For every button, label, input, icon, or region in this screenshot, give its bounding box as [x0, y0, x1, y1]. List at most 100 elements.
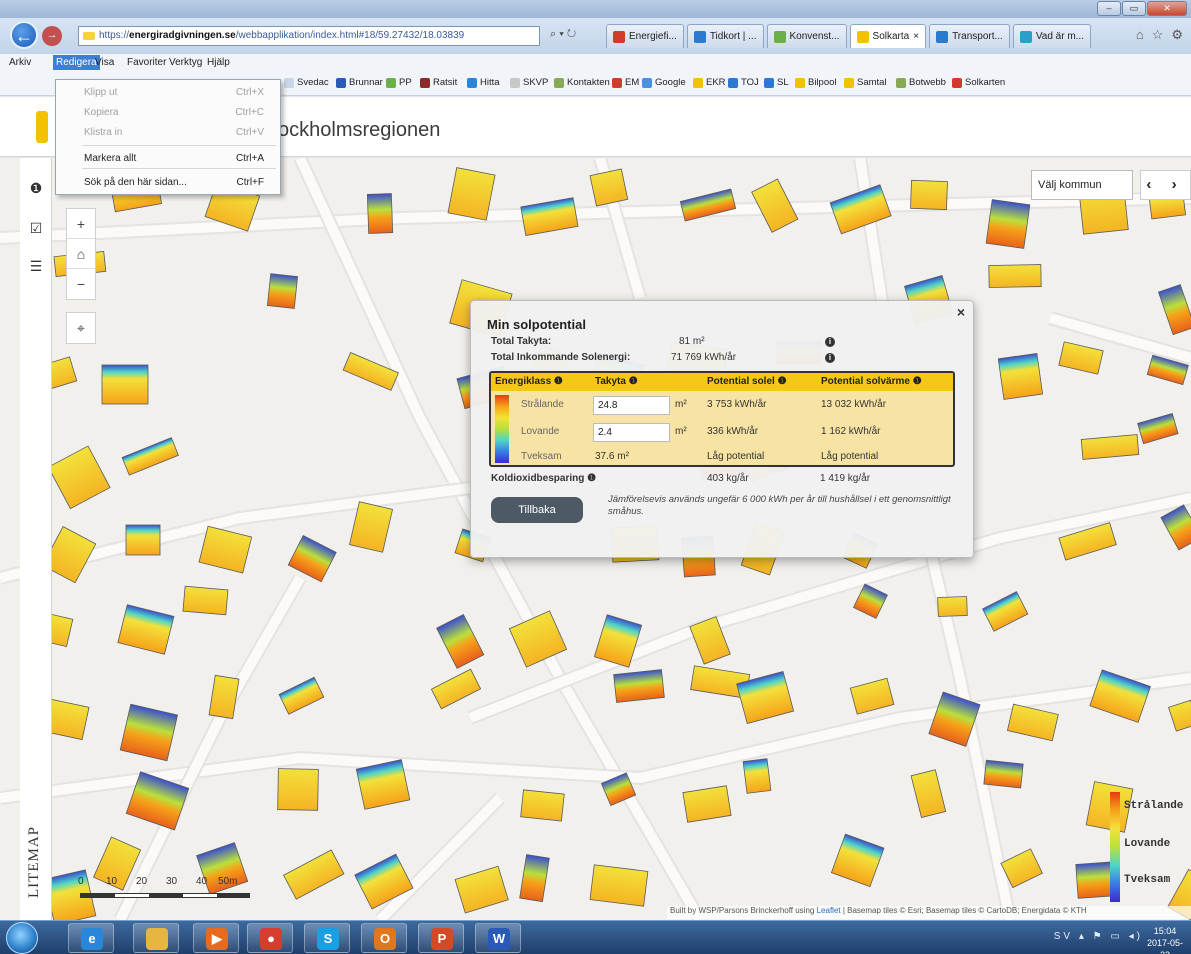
building-roof[interactable]: [1137, 412, 1179, 445]
info-icon[interactable]: ❶: [587, 473, 596, 484]
building-roof[interactable]: [1080, 434, 1140, 460]
building-roof[interactable]: [1157, 284, 1191, 336]
start-button[interactable]: [6, 922, 38, 954]
taskbar-app-outlook[interactable]: O: [361, 923, 407, 953]
building-roof[interactable]: [454, 865, 509, 914]
browser-tab[interactable]: Solkarta ×: [849, 24, 927, 48]
home-view-button[interactable]: ⌂: [67, 239, 95, 269]
favorite-link[interactable]: TOJ: [728, 77, 759, 88]
taskbar-app-chrome[interactable]: ●: [247, 923, 293, 953]
building-roof[interactable]: [682, 785, 732, 823]
building-roof[interactable]: [589, 168, 629, 207]
favorite-link[interactable]: Hitta: [467, 77, 500, 88]
building-roof[interactable]: [47, 445, 111, 510]
building-roof[interactable]: [830, 833, 885, 888]
favorite-link[interactable]: Google: [642, 77, 686, 88]
menu-5[interactable]: Hjälp: [204, 55, 233, 70]
takyta-input-lovande[interactable]: 2.4: [593, 423, 670, 442]
browser-tab[interactable]: Vad är m...: [1012, 24, 1091, 48]
browser-forward-icon[interactable]: →: [42, 26, 62, 46]
building-roof[interactable]: [829, 184, 892, 235]
favorite-link[interactable]: EKR: [693, 77, 726, 88]
tillbaka-button[interactable]: Tillbaka: [491, 497, 583, 523]
favorite-link[interactable]: SL: [764, 77, 789, 88]
clock[interactable]: 15:04 2017-05-22: [1145, 925, 1185, 954]
building-roof[interactable]: [997, 352, 1044, 400]
building-roof[interactable]: [983, 759, 1024, 789]
browser-tab[interactable]: Tidkort | ...: [686, 24, 764, 48]
building-roof[interactable]: [849, 677, 895, 715]
taskbar-app-explorer[interactable]: [133, 923, 179, 953]
building-roof[interactable]: [278, 676, 325, 715]
zoom-out-button[interactable]: −: [67, 269, 95, 299]
favorite-link[interactable]: Ratsit: [420, 77, 457, 88]
kommun-select[interactable]: Välj kommun: [1031, 170, 1133, 200]
settings-gear-icon[interactable]: ⚙: [1171, 27, 1183, 43]
building-roof[interactable]: [508, 610, 568, 668]
info-icon[interactable]: i: [825, 337, 835, 347]
maximize-button[interactable]: ▭: [1122, 1, 1146, 16]
favorite-link[interactable]: SKVP: [510, 77, 548, 88]
building-roof[interactable]: [436, 614, 485, 669]
favorite-link[interactable]: Svedac: [284, 77, 329, 88]
menu-0[interactable]: Arkiv: [6, 55, 34, 70]
list-icon[interactable]: ☰: [28, 258, 44, 274]
prev-next-buttons[interactable]: ‹ ›: [1140, 170, 1191, 200]
info-icon[interactable]: i: [825, 353, 835, 363]
tab-close-icon[interactable]: ×: [913, 26, 919, 48]
building-roof[interactable]: [182, 585, 229, 616]
building-roof[interactable]: [1006, 703, 1059, 742]
close-window-button[interactable]: ✕: [1147, 1, 1187, 16]
building-roof[interactable]: [520, 789, 565, 822]
locate-icon[interactable]: ⌖: [67, 313, 95, 343]
building-roof[interactable]: [910, 769, 947, 819]
building-roof[interactable]: [589, 864, 649, 907]
leaflet-link[interactable]: Leaflet: [817, 906, 841, 915]
system-tray[interactable]: SV ▴ ⚑ ▭ ◂): [1054, 931, 1143, 942]
favorite-link[interactable]: Bilpool: [795, 77, 837, 88]
taskbar-app-skype[interactable]: S: [304, 923, 350, 953]
building-roof[interactable]: [751, 178, 799, 233]
favorite-link[interactable]: EM: [612, 77, 639, 88]
building-roof[interactable]: [266, 273, 299, 309]
address-bar[interactable]: https://energiradgivningen.se/webbapplik…: [78, 26, 540, 46]
address-tools[interactable]: ⌕ ▾ ↻: [550, 28, 576, 41]
info-icon[interactable]: ❶: [28, 180, 44, 196]
taskbar-app-ie[interactable]: e: [68, 923, 114, 953]
building-roof[interactable]: [1160, 504, 1191, 551]
search-icon[interactable]: ⌕: [550, 28, 556, 40]
close-icon[interactable]: ×: [957, 304, 965, 320]
building-roof[interactable]: [937, 596, 968, 617]
favorite-link[interactable]: Botwebb: [896, 77, 946, 88]
zoom-in-button[interactable]: +: [67, 209, 95, 239]
building-roof[interactable]: [852, 583, 888, 619]
building-roof[interactable]: [613, 669, 665, 703]
building-roof[interactable]: [198, 525, 253, 574]
building-roof[interactable]: [117, 604, 175, 655]
dropdown-item[interactable]: Sök på den här sidan... Ctrl+F: [84, 175, 274, 191]
building-roof[interactable]: [119, 703, 179, 762]
menu-2[interactable]: Visa: [92, 55, 117, 70]
building-roof[interactable]: [355, 759, 411, 810]
favorite-link[interactable]: Kontakten: [554, 77, 610, 88]
browser-tab[interactable]: Energiefi...: [606, 24, 684, 48]
browser-back-icon[interactable]: ←: [10, 21, 38, 49]
building-roof[interactable]: [366, 193, 394, 234]
favorite-link[interactable]: Brunnar: [336, 77, 383, 88]
building-roof[interactable]: [1168, 699, 1191, 732]
favorite-link[interactable]: Solkarten: [952, 77, 1005, 88]
minimize-button[interactable]: –: [1097, 1, 1121, 16]
building-roof[interactable]: [447, 167, 496, 221]
checklist-icon[interactable]: ☑: [28, 220, 44, 236]
menu-3[interactable]: Favoriter: [124, 55, 169, 70]
building-roof[interactable]: [742, 758, 772, 794]
building-roof[interactable]: [519, 854, 550, 903]
building-roof[interactable]: [985, 199, 1031, 249]
building-roof[interactable]: [1058, 341, 1104, 375]
building-roof[interactable]: [520, 197, 579, 236]
building-roof[interactable]: [277, 768, 319, 811]
building-roof[interactable]: [982, 591, 1029, 632]
favorite-link[interactable]: Samtal: [844, 77, 887, 88]
site-logo[interactable]: [36, 111, 48, 143]
building-roof[interactable]: [283, 849, 345, 900]
